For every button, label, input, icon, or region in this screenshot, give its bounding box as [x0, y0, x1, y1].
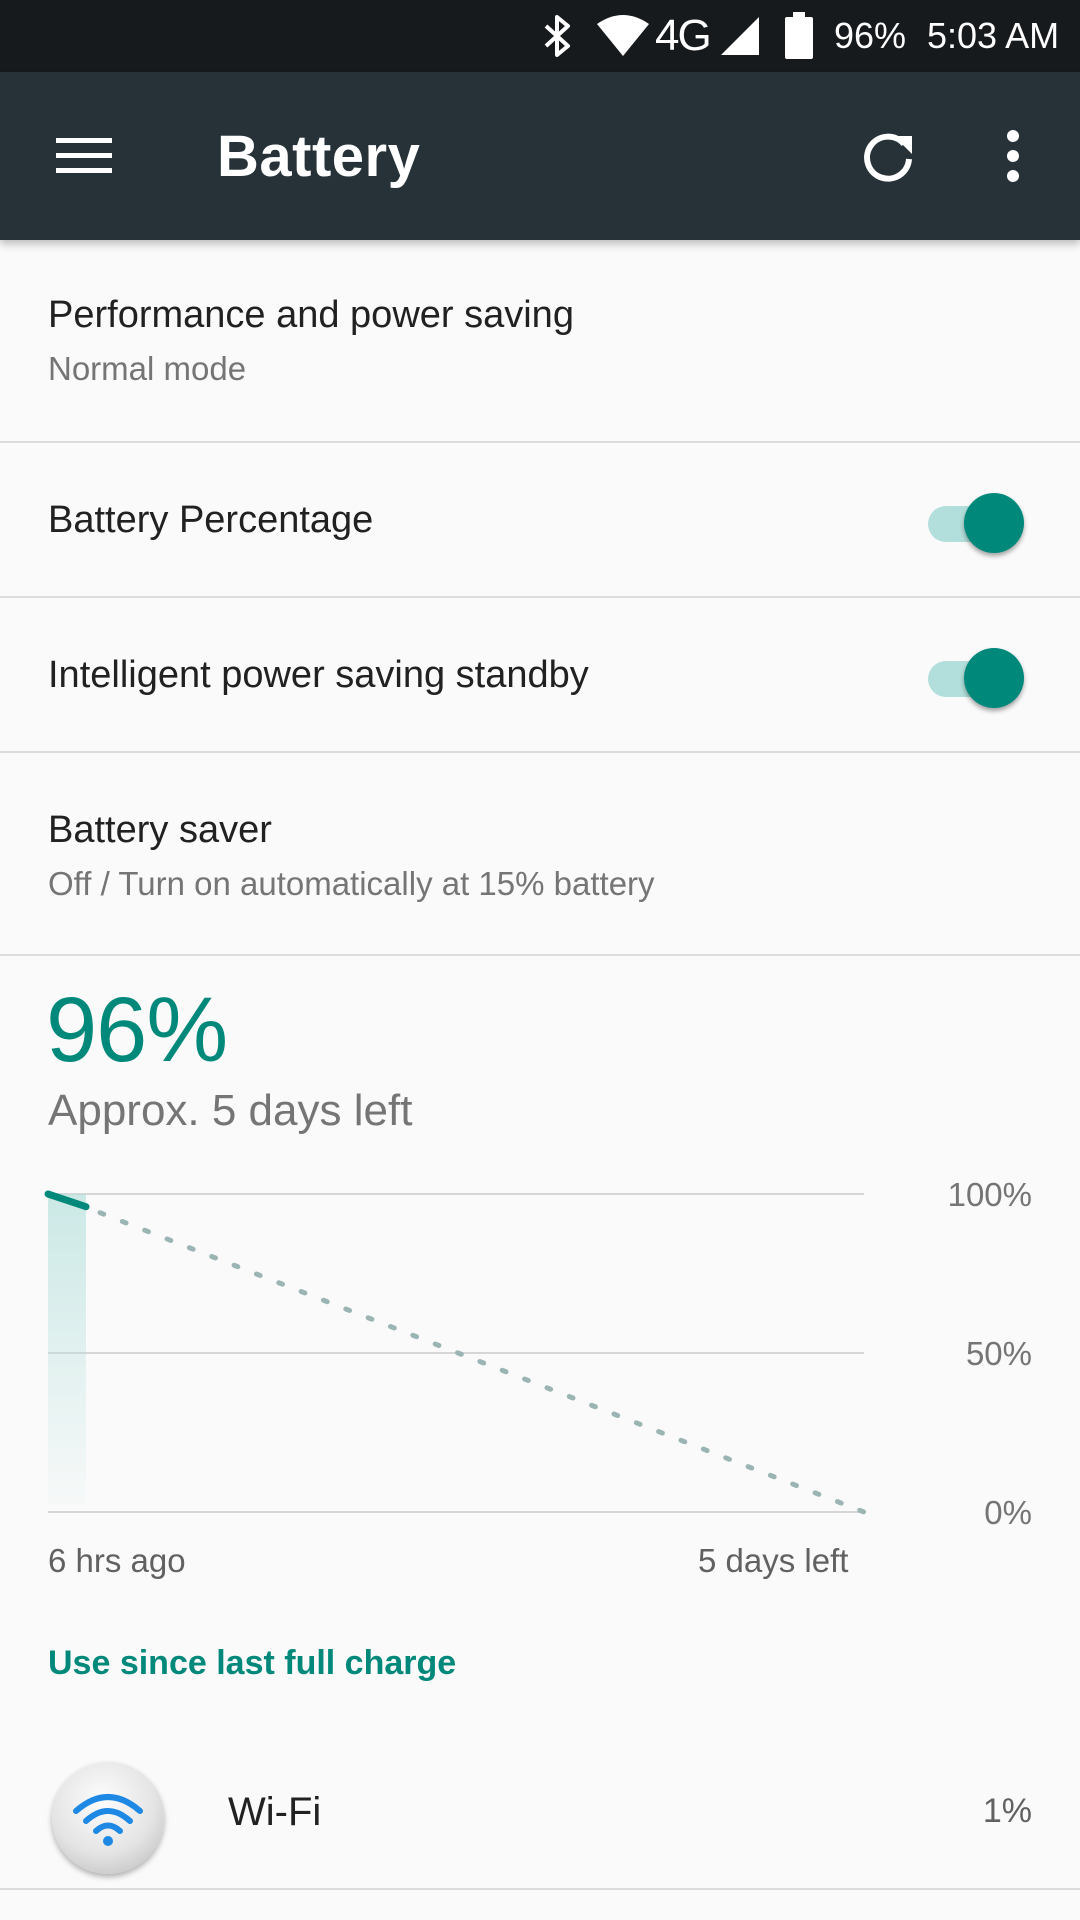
battery-percentage-toggle[interactable] [924, 487, 1024, 553]
clock: 5:03 AM [927, 15, 1060, 56]
battery-history-chart: 100% 50% 0% [44, 1176, 1032, 1531]
battery-saver-subtitle: Off / Turn on automatically at 15% batte… [48, 865, 655, 902]
chart-history-fill [48, 1194, 86, 1504]
wifi-icon [595, 0, 651, 72]
chart-x-label-end: 5 days left [698, 1542, 849, 1579]
intelligent-standby-toggle[interactable] [924, 642, 1024, 708]
wifi-icon [52, 1762, 164, 1874]
chart-y-tick-label: 50% [966, 1335, 1032, 1372]
chart-projection-line [97, 1210, 867, 1515]
battery-percent: 96% [46, 979, 228, 1081]
intelligent-standby-setting[interactable]: Intelligent power saving standby [0, 598, 1080, 753]
battery-icon [784, 0, 814, 72]
page-title: Battery [217, 123, 421, 189]
battery-percentage-title: Battery Percentage [48, 499, 374, 541]
chart-y-tick-label: 0% [984, 1494, 1032, 1531]
performance-title: Performance and power saving [48, 294, 574, 336]
refresh-icon [864, 133, 912, 182]
battery-saver-title: Battery saver [48, 809, 272, 851]
menu-button[interactable] [44, 116, 124, 196]
usage-item-name: Wi-Fi [228, 1790, 322, 1834]
app-bar: Battery [0, 72, 1080, 240]
refresh-button[interactable] [848, 116, 928, 196]
battery-time-left: Approx. 5 days left [48, 1086, 413, 1135]
usage-item-percent: 1% [982, 1792, 1032, 1830]
battery-percentage-setting[interactable]: Battery Percentage [0, 443, 1080, 598]
chart-y-tick-label: 100% [948, 1176, 1032, 1213]
battery-level: 96% [834, 15, 907, 56]
more-options-button[interactable] [973, 116, 1053, 196]
menu-icon [56, 138, 112, 173]
intelligent-standby-title: Intelligent power saving standby [48, 654, 589, 696]
battery-saver-setting[interactable]: Battery saver Off / Turn on automaticall… [0, 753, 1080, 956]
usage-item-wifi[interactable]: Wi-Fi 1% [0, 1738, 1080, 1890]
usage-section-header: Use since last full charge [48, 1644, 457, 1682]
more-vert-icon [1007, 130, 1019, 182]
status-bar: 4G 96% 5:03 AM [0, 0, 1080, 72]
performance-setting[interactable]: Performance and power saving Normal mode [0, 240, 1080, 443]
bluetooth-icon [540, 0, 576, 72]
performance-subtitle: Normal mode [48, 350, 247, 387]
network-type: 4G [655, 11, 712, 60]
settings-list: Performance and power saving Normal mode… [0, 240, 1080, 956]
toggle-thumb [964, 648, 1024, 708]
signal-icon [719, 0, 761, 72]
toggle-thumb [964, 493, 1024, 553]
chart-x-label-start: 6 hrs ago [48, 1542, 186, 1579]
